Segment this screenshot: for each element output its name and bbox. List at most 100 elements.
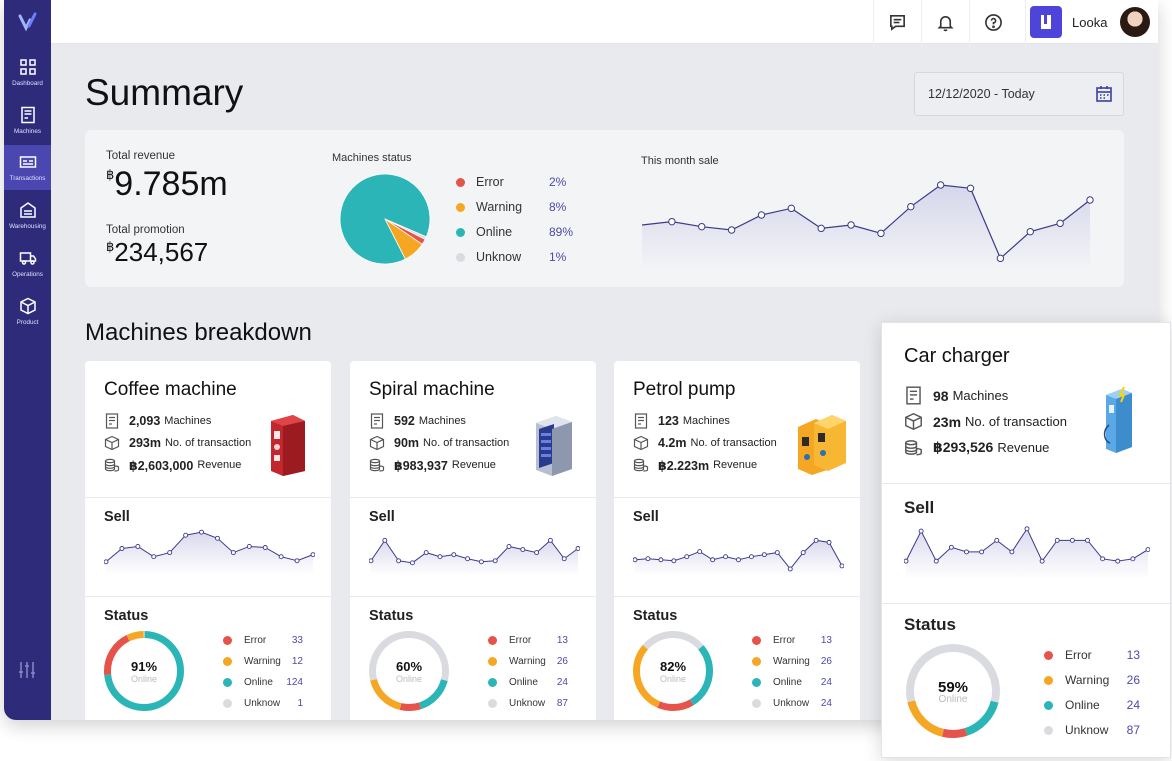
sell-point[interactable] (215, 535, 220, 541)
card-coffee-machine[interactable]: Coffee machine 2,093 Machines 293m No. of tr… (85, 361, 331, 720)
sell-point[interactable] (839, 563, 845, 569)
month-sale-point[interactable] (757, 211, 766, 219)
sell-point[interactable] (710, 557, 716, 563)
month-sale-point[interactable] (668, 217, 676, 226)
month-sale-point[interactable] (936, 181, 945, 189)
sell-point[interactable] (774, 550, 780, 556)
sidebar-item-warehousing[interactable]: Warehousing (4, 193, 51, 238)
sell-point[interactable] (1085, 537, 1090, 543)
legend-item-warning: Warning 8% (456, 200, 566, 214)
card-spiral-machine[interactable]: Spiral machine 592 Machines 90m No. of trans… (350, 361, 596, 720)
sell-point[interactable] (506, 544, 512, 549)
sell-point[interactable] (948, 544, 954, 550)
sidebar-item-dashboard[interactable]: Dashboard (4, 50, 51, 95)
sell-point[interactable] (1100, 556, 1106, 562)
sell-point[interactable] (492, 558, 498, 564)
sell-point[interactable] (979, 549, 985, 555)
month-sale-point[interactable] (698, 222, 706, 231)
sell-point[interactable] (1145, 547, 1151, 553)
machine-icon (105, 413, 119, 429)
sell-point[interactable] (423, 550, 429, 556)
sell-point[interactable] (135, 544, 141, 549)
settings-sliders-button[interactable] (17, 660, 37, 680)
sell-point[interactable] (199, 529, 204, 535)
date-range-picker[interactable]: 12/12/2020 - Today (914, 72, 1124, 116)
sell-point[interactable] (368, 558, 374, 564)
sidebar-item-operations[interactable]: Operations (4, 241, 51, 286)
sell-point[interactable] (1009, 549, 1015, 555)
sell-point[interactable] (736, 557, 741, 563)
user-menu[interactable]: Looka (1025, 0, 1158, 44)
sell-point[interactable] (1054, 537, 1060, 543)
sidebar-item-product[interactable]: Product (4, 289, 51, 334)
sell-point[interactable] (645, 556, 651, 562)
sell-point[interactable] (547, 537, 553, 543)
sell-point[interactable] (396, 558, 402, 564)
sell-point[interactable] (1130, 556, 1136, 562)
month-sale-point[interactable] (847, 221, 855, 229)
messages-button[interactable] (873, 0, 921, 44)
sell-point[interactable] (723, 554, 729, 560)
month-sale-point[interactable] (996, 254, 1005, 263)
sell-point[interactable] (183, 532, 189, 538)
sell-point[interactable] (1024, 526, 1030, 532)
card-car-charger[interactable]: Car charger 98 Machines 23m No. of transacti… (881, 322, 1171, 758)
date-range-value: 12/12/2020 - Today (928, 87, 1035, 101)
sell-point[interactable] (632, 557, 638, 563)
sell-point[interactable] (671, 558, 677, 564)
sell-point[interactable] (575, 546, 581, 551)
sell-point[interactable] (119, 546, 125, 551)
sell-point[interactable] (561, 556, 567, 562)
sell-point[interactable] (787, 566, 793, 572)
month-sale-point[interactable] (817, 224, 825, 233)
sell-point[interactable] (520, 547, 526, 552)
sell-point[interactable] (1069, 537, 1075, 543)
sell-point[interactable] (800, 550, 806, 556)
sell-point[interactable] (748, 554, 754, 560)
sell-point[interactable] (151, 554, 157, 560)
sell-point[interactable] (933, 558, 939, 564)
sell-point[interactable] (103, 559, 109, 565)
sell-point[interactable] (761, 552, 767, 558)
sell-point[interactable] (658, 557, 664, 563)
month-sale-point[interactable] (1086, 196, 1094, 204)
sell-point[interactable] (167, 550, 173, 556)
sell-point[interactable] (465, 556, 471, 562)
month-sale-point[interactable] (727, 226, 736, 234)
sell-point[interactable] (451, 552, 457, 558)
sell-point[interactable] (294, 558, 300, 564)
sell-point[interactable] (262, 545, 268, 550)
sell-point[interactable] (230, 550, 236, 556)
help-button[interactable] (969, 0, 1017, 44)
sell-point[interactable] (437, 554, 443, 560)
month-sale-point[interactable] (966, 184, 975, 193)
sell-point[interactable] (409, 560, 415, 566)
sell-point[interactable] (903, 558, 909, 564)
avatar[interactable] (1120, 7, 1150, 37)
sell-point[interactable] (813, 537, 819, 543)
sell-point[interactable] (918, 528, 924, 534)
sell-point[interactable] (994, 537, 1000, 543)
sell-point[interactable] (1039, 558, 1045, 564)
sell-point[interactable] (478, 559, 484, 565)
month-sale-point[interactable] (877, 229, 885, 238)
app-logo-icon[interactable] (17, 10, 39, 32)
sell-point[interactable] (382, 537, 388, 543)
sell-point[interactable] (697, 549, 703, 555)
month-sale-point[interactable] (1026, 227, 1034, 236)
sell-point[interactable] (534, 550, 540, 556)
sell-point[interactable] (278, 554, 284, 560)
sell-point[interactable] (246, 544, 252, 549)
month-sale-point[interactable] (787, 204, 796, 213)
month-sale-point[interactable] (1056, 219, 1064, 228)
sidebar-item-transactions[interactable]: Transactions (4, 145, 51, 190)
sidebar-item-machines[interactable]: Machines (4, 98, 51, 143)
sell-point[interactable] (1115, 558, 1121, 564)
sell-point[interactable] (826, 539, 832, 545)
sell-point[interactable] (310, 552, 316, 558)
sell-point[interactable] (684, 554, 690, 560)
month-sale-point[interactable] (907, 202, 915, 211)
sell-point[interactable] (964, 549, 969, 555)
notifications-button[interactable] (921, 0, 969, 44)
card-petrol-pump[interactable]: Petrol pump 123 Machines 4.2m No. of transac… (614, 361, 860, 720)
